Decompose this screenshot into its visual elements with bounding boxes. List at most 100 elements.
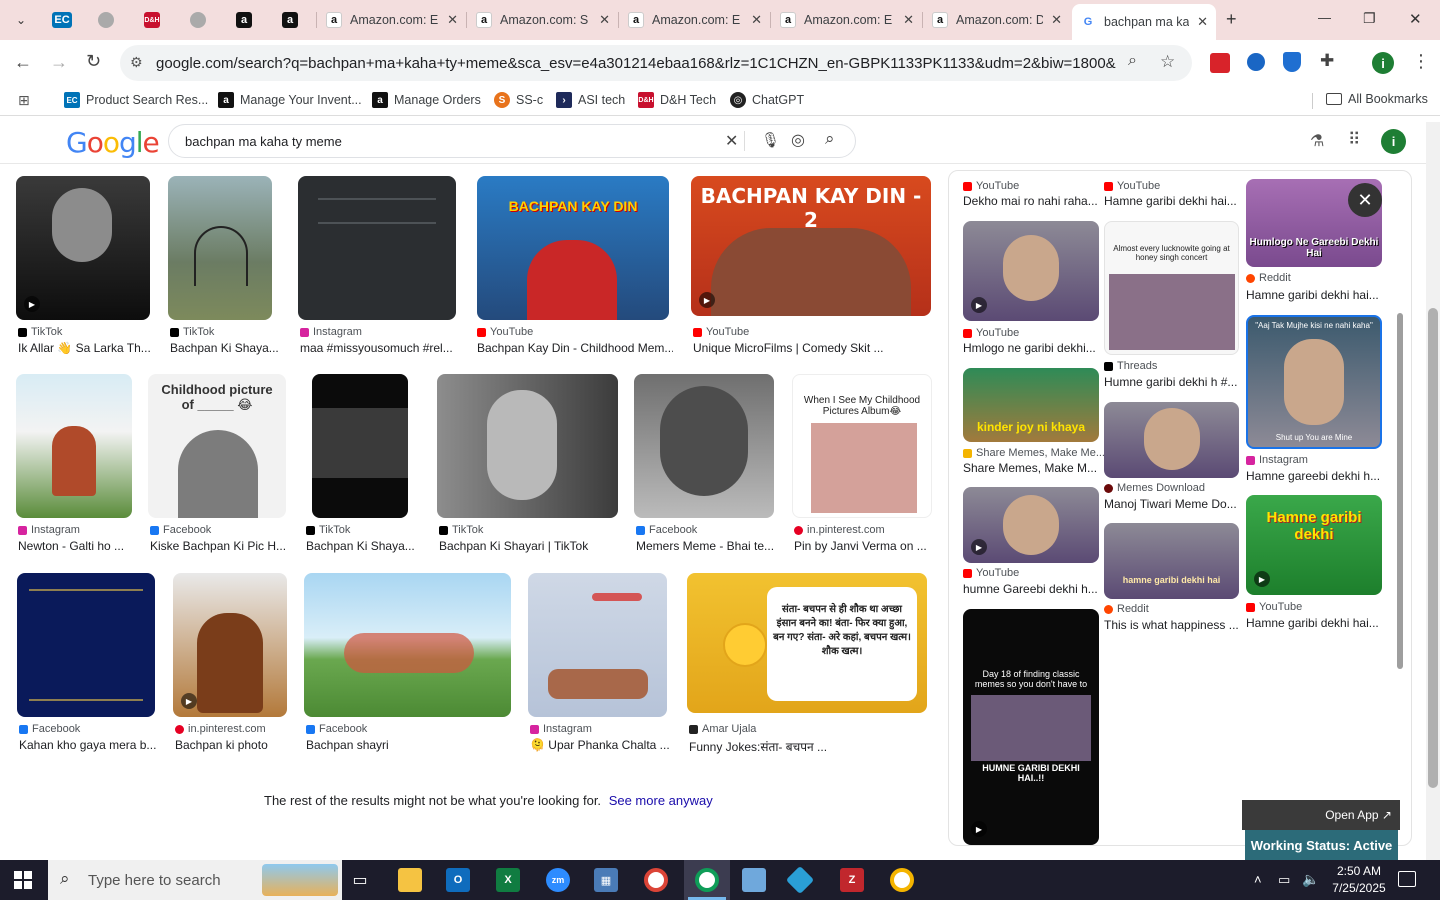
panel-thumbnail[interactable]: ▶ (963, 487, 1099, 563)
chrome-icon[interactable] (644, 868, 668, 892)
network-icon[interactable]: ▭ (1278, 872, 1290, 888)
tab-amazon-1[interactable]: a Amazon.com: E ✕ (318, 6, 466, 34)
page-scrollbar[interactable] (1426, 122, 1440, 860)
result-title[interactable]: Unique MicroFilms | Comedy Skit ... (693, 341, 893, 355)
tab-search-button[interactable]: ⌄ (8, 6, 34, 34)
panel-result-title[interactable]: Hamne garibi dekhi hai... (1104, 194, 1239, 208)
result-thumbnail[interactable] (298, 176, 456, 320)
panel-result-title[interactable]: Hmlogo ne garibi dekhi... (963, 341, 1099, 355)
app-icon[interactable] (742, 868, 766, 892)
result-title[interactable]: 🫠 Upar Phanka Chalta ... (530, 738, 670, 752)
panel-thumbnail[interactable]: hamne garibi dekhi hai (1104, 523, 1239, 599)
bookmark-ss-c[interactable]: S SS-c (494, 92, 543, 108)
zoom-search-icon[interactable]: ⌕ (1128, 52, 1137, 70)
result-title[interactable]: Memers Meme - Bhai te... (636, 539, 776, 553)
panel-scrollbar-thumb[interactable] (1397, 313, 1403, 669)
search-box[interactable]: bachpan ma kaha ty meme ✕ 🎙 ◎ ⌕ (168, 124, 856, 158)
back-arrow-icon[interactable]: ← (14, 52, 32, 73)
tray-chevron-up-icon[interactable]: ˄ (1254, 872, 1262, 887)
taskbar-search-box[interactable]: ⌕ Type here to search (48, 860, 342, 900)
extension-icon[interactable] (1247, 53, 1265, 71)
open-app-button[interactable]: Open App ↗ (1242, 800, 1400, 830)
profile-avatar[interactable]: i (1372, 52, 1394, 74)
panel-scrollbar[interactable] (1395, 179, 1405, 839)
tab-amazon-5[interactable]: a Amazon.com: D ✕ (924, 6, 1070, 34)
panel-thumbnail[interactable]: Almost every lucknowite going at honey s… (1104, 221, 1239, 355)
google-logo[interactable]: Google (66, 126, 160, 159)
result-title[interactable]: Bachpan Kay Din - Childhood Mem... (477, 341, 673, 355)
tab-pinned-ec[interactable]: EC (44, 6, 80, 34)
tab-amazon-4[interactable]: a Amazon.com: E ✕ (772, 6, 922, 34)
minimize-button[interactable]: — (1318, 10, 1331, 25)
reload-icon[interactable]: ↻ (86, 51, 101, 72)
tab-pinned-dh[interactable]: D&H (136, 6, 168, 34)
bookmark-dh-tech[interactable]: D&H D&H Tech (638, 92, 716, 108)
close-icon[interactable]: ✕ (1051, 12, 1062, 28)
bookmark-chatgpt[interactable]: ◎ ChatGPT (730, 92, 804, 108)
close-icon[interactable]: ✕ (599, 12, 610, 28)
panel-thumbnail[interactable]: Day 18 of finding classic memes so you d… (963, 609, 1099, 845)
panel-result-title[interactable]: Humne garibi dekhi h #... (1104, 375, 1239, 389)
result-title[interactable]: Bachpan shayri (306, 738, 506, 752)
volume-icon[interactable]: 🔈 (1302, 871, 1319, 888)
result-thumbnail[interactable] (16, 374, 132, 518)
zoom-icon[interactable]: zm (546, 868, 570, 892)
close-icon[interactable]: ✕ (447, 12, 458, 28)
search-input[interactable]: bachpan ma kaha ty meme (185, 134, 342, 149)
tab-pinned-globe-2[interactable] (182, 6, 214, 34)
panel-result-title[interactable]: Share Memes, Make M... (963, 461, 1099, 475)
window-close-button[interactable]: ✕ (1409, 10, 1422, 28)
result-thumbnail[interactable]: संता- बचपन से ही शौक था अच्छा इंसान बनने… (687, 573, 927, 713)
file-explorer-icon[interactable] (398, 868, 422, 892)
panel-result-title[interactable]: Dekho mai ro nahi raha... (963, 194, 1099, 208)
result-thumbnail[interactable] (528, 573, 667, 717)
panel-result-title[interactable]: Hamne garibi dekhi hai... (1246, 288, 1382, 302)
taskbar-clock[interactable]: 2:50 AM 7/25/2025 (1324, 863, 1394, 897)
result-thumbnail[interactable] (304, 573, 511, 717)
result-thumbnail[interactable] (437, 374, 618, 518)
chrome-profile-icon[interactable] (890, 868, 914, 892)
panel-thumbnail-selected[interactable]: "Aaj Tak Mujhe kisi ne nahi kaha" Shut u… (1246, 315, 1382, 449)
tab-amazon-3[interactable]: a Amazon.com: E ✕ (620, 6, 770, 34)
bookmark-asi-tech[interactable]: › ASI tech (556, 92, 625, 108)
search-icon[interactable]: ⌕ (825, 129, 835, 149)
result-title[interactable]: Ik Allar 👋 Sa Larka Th... (18, 341, 150, 355)
result-thumbnail[interactable] (312, 374, 408, 518)
result-thumbnail[interactable] (634, 374, 774, 518)
bookmark-product-search[interactable]: EC Product Search Res... (64, 92, 208, 108)
microphone-icon[interactable]: 🎙 (761, 131, 780, 149)
panel-result-title[interactable]: This is what happiness ... (1104, 618, 1239, 632)
maximize-button[interactable]: ❐ (1363, 10, 1376, 27)
panel-result-title[interactable]: Hamne garibi dekhi hai... (1246, 616, 1382, 630)
bookmark-manage-orders[interactable]: a Manage Orders (372, 92, 481, 108)
result-title[interactable]: Newton - Galti ho ... (18, 539, 130, 553)
result-thumbnail[interactable] (168, 176, 272, 320)
result-title[interactable]: Pin by Janvi Verma on ... (794, 539, 934, 553)
result-thumbnail[interactable]: ▶ (16, 176, 150, 320)
new-tab-button[interactable]: + (1226, 9, 1237, 30)
clear-icon[interactable]: ✕ (725, 131, 738, 151)
close-icon[interactable]: ✕ (903, 12, 914, 28)
extensions-puzzle-icon[interactable]: ✚ (1320, 51, 1334, 71)
result-title[interactable]: Bachpan Ki Shayari | TikTok (439, 539, 619, 553)
result-title[interactable]: maa #missyousomuch #rel... (300, 341, 460, 355)
panel-close-button[interactable]: ✕ (1348, 183, 1382, 217)
result-thumbnail[interactable]: ▶ (173, 573, 287, 717)
calculator-icon[interactable]: ▦ (594, 868, 618, 892)
notification-icon[interactable] (1398, 871, 1416, 887)
chrome-active-taskbar-item[interactable] (684, 860, 730, 900)
filezilla-icon[interactable]: Z (840, 868, 864, 892)
result-thumbnail[interactable]: When I See My Childhood Pictures Album😂 (792, 374, 932, 518)
bookmark-star-icon[interactable]: ☆ (1160, 52, 1175, 72)
result-title[interactable]: Bachpan Ki Shaya... (306, 539, 416, 553)
shield-extension-icon[interactable] (1283, 52, 1301, 72)
forward-arrow-icon[interactable]: → (50, 52, 68, 73)
panel-thumbnail[interactable] (1104, 402, 1239, 478)
result-title[interactable]: Kahan kho gaya mera b... (19, 738, 157, 752)
result-thumbnail[interactable]: Childhood picture of _____ 😂 (148, 374, 286, 518)
result-thumbnail[interactable]: BACHPAN KAY DIN (477, 176, 669, 320)
url-text[interactable]: google.com/search?q=bachpan+ma+kaha+ty+m… (156, 55, 1116, 72)
page-scrollbar-thumb[interactable] (1428, 308, 1438, 788)
address-bar[interactable]: ⚙ google.com/search?q=bachpan+ma+kaha+ty… (120, 45, 1192, 81)
tab-pinned-amazon-2[interactable]: a (274, 6, 306, 34)
